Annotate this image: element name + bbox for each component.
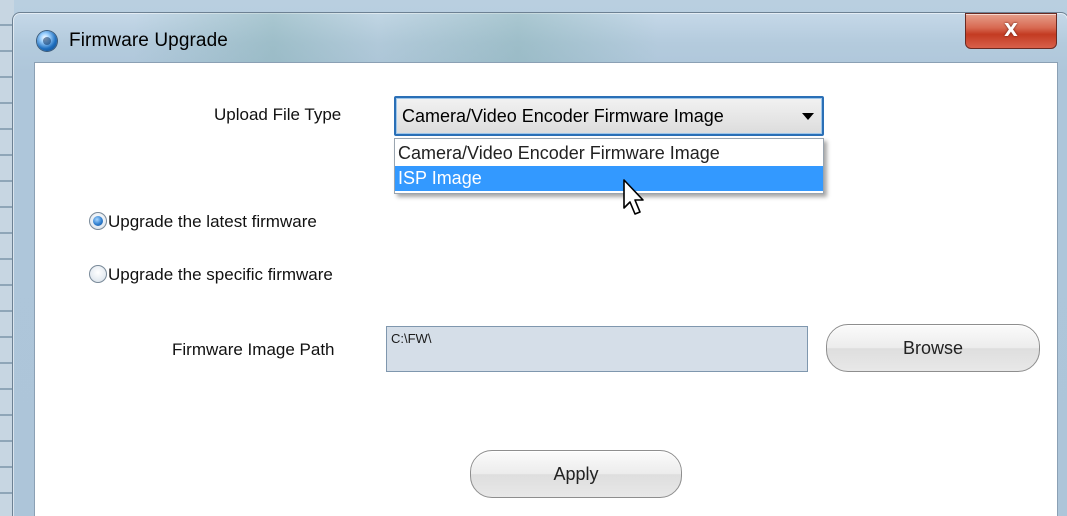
app-globe-icon — [37, 31, 57, 51]
upgrade-latest-label[interactable]: Upgrade the latest firmware — [108, 212, 317, 232]
firmware-image-path-value: C:\FW\ — [391, 331, 432, 346]
firmware-image-path-label: Firmware Image Path — [172, 340, 335, 359]
upload-file-type-dropdown: Camera/Video Encoder Firmware Image ISP … — [394, 138, 824, 194]
apply-button[interactable]: Apply — [470, 450, 682, 498]
radio-upgrade-specific[interactable] — [89, 265, 107, 283]
window-title: Firmware Upgrade — [69, 30, 228, 51]
upload-file-type-select[interactable]: Camera/Video Encoder Firmware Image — [394, 96, 824, 136]
firmware-image-path-field[interactable]: C:\FW\ — [386, 326, 808, 372]
dropdown-option-isp-image[interactable]: ISP Image — [395, 166, 823, 191]
upgrade-specific-label[interactable]: Upgrade the specific firmware — [108, 265, 333, 285]
upload-file-type-value: Camera/Video Encoder Firmware Image — [402, 106, 724, 126]
radio-upgrade-latest[interactable] — [89, 212, 107, 230]
dropdown-option-camera-firmware[interactable]: Camera/Video Encoder Firmware Image — [395, 141, 823, 166]
close-button[interactable]: X — [965, 13, 1057, 49]
close-icon: X — [1004, 20, 1018, 41]
browse-button[interactable]: Browse — [826, 324, 1040, 372]
mouse-pointer-icon — [623, 179, 644, 215]
chevron-down-icon[interactable] — [802, 113, 814, 120]
upload-file-type-label: Upload File Type — [214, 105, 342, 124]
